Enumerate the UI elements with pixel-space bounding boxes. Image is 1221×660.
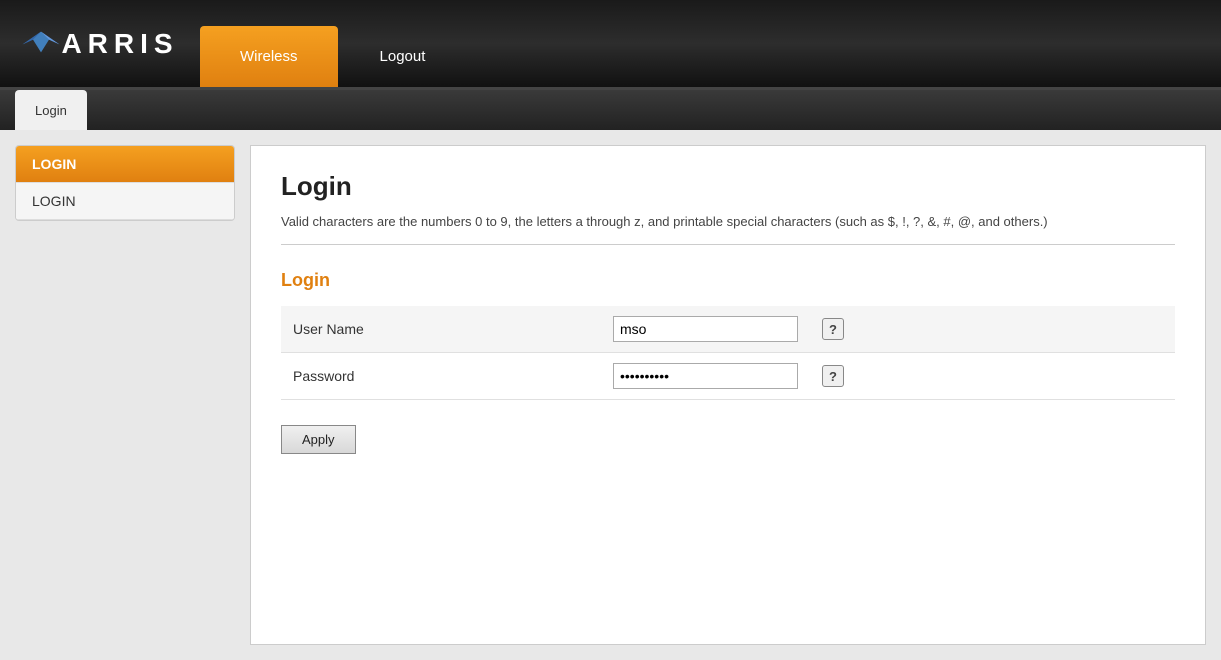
- sub-tab-login[interactable]: Login: [15, 90, 87, 130]
- content-panel: Login Valid characters are the numbers 0…: [250, 145, 1206, 645]
- username-label: User Name: [281, 306, 601, 353]
- logo-text: ARRIS: [61, 28, 178, 60]
- username-row: User Name ?: [281, 306, 1175, 353]
- password-help-button[interactable]: ?: [822, 365, 844, 387]
- logo: ARRIS: [0, 0, 200, 87]
- section-title: Login: [281, 270, 1175, 291]
- sidebar: LOGIN LOGIN: [15, 145, 235, 645]
- nav-tab-wireless[interactable]: Wireless: [200, 26, 338, 87]
- page-description: Valid characters are the numbers 0 to 9,…: [281, 214, 1175, 245]
- page-title: Login: [281, 171, 1175, 202]
- apply-button[interactable]: Apply: [281, 425, 356, 454]
- nav-tabs: Wireless Logout: [200, 0, 467, 87]
- sub-header: Login: [0, 90, 1221, 130]
- main-content: LOGIN LOGIN Login Valid characters are t…: [0, 130, 1221, 660]
- password-row: Password ?: [281, 353, 1175, 400]
- username-input[interactable]: [613, 316, 798, 342]
- username-help-button[interactable]: ?: [822, 318, 844, 340]
- password-input[interactable]: [613, 363, 798, 389]
- sidebar-menu: LOGIN LOGIN: [15, 145, 235, 221]
- nav-tab-logout[interactable]: Logout: [340, 26, 466, 87]
- sidebar-item-login[interactable]: LOGIN: [16, 183, 234, 220]
- login-form-table: User Name ? Password ?: [281, 306, 1175, 400]
- password-label: Password: [281, 353, 601, 400]
- sidebar-item-login-active[interactable]: LOGIN: [16, 146, 234, 183]
